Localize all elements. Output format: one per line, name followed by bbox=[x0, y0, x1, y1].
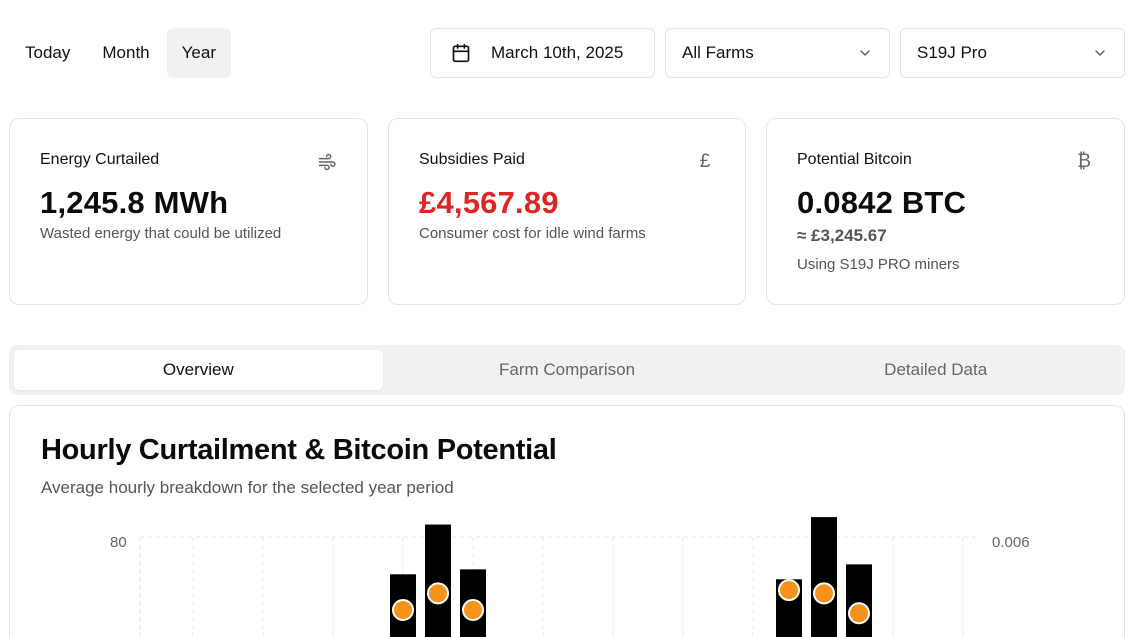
period-tab-year[interactable]: Year bbox=[166, 28, 231, 78]
period-tab-month[interactable]: Month bbox=[87, 28, 164, 78]
chart-card: Hourly Curtailment & Bitcoin Potential A… bbox=[9, 405, 1125, 637]
bitcoin-point[interactable] bbox=[848, 602, 870, 625]
card-title: Subsidies Paid bbox=[419, 151, 525, 168]
potential-bitcoin-card: Potential Bitcoin ₿ 0.0842 BTC ≈ £3,245.… bbox=[766, 118, 1125, 305]
subsidies-paid-card: Subsidies Paid £ £4,567.89 Consumer cost… bbox=[388, 118, 746, 305]
tab-farm-comparison[interactable]: Farm Comparison bbox=[383, 350, 752, 390]
tab-detailed-data[interactable]: Detailed Data bbox=[751, 350, 1120, 390]
curtailment-bar[interactable] bbox=[425, 524, 451, 637]
card-title: Potential Bitcoin bbox=[797, 151, 912, 168]
period-tab-today[interactable]: Today bbox=[10, 28, 85, 78]
card-note: Using S19J PRO miners bbox=[797, 256, 960, 273]
bitcoin-point[interactable] bbox=[778, 579, 800, 602]
card-subtitle: Wasted energy that could be utilized bbox=[40, 225, 282, 242]
energy-curtailed-card: Energy Curtailed 1,245.8 MWh Wasted ener… bbox=[9, 118, 368, 305]
card-value: £4,567.89 bbox=[419, 185, 559, 220]
card-value: 0.0842 BTC bbox=[797, 185, 967, 220]
period-tabs: Today Month Year bbox=[10, 28, 231, 78]
card-approx-value: ≈ £3,245.67 bbox=[797, 226, 887, 245]
card-value: 1,245.8 MWh bbox=[40, 185, 229, 220]
left-axis-tick-label: 80 bbox=[110, 534, 127, 551]
pound-icon: £ bbox=[699, 151, 711, 172]
curtailment-bar[interactable] bbox=[846, 564, 872, 637]
date-picker-value: March 10th, 2025 bbox=[491, 43, 624, 62]
calendar-icon bbox=[452, 43, 470, 63]
bitcoin-icon: ₿ bbox=[1076, 151, 1092, 172]
card-title: Energy Curtailed bbox=[40, 151, 160, 168]
hourly-chart: 80 0.006 bbox=[110, 517, 1030, 637]
miner-model-select[interactable]: S19J Pro bbox=[900, 28, 1125, 78]
curtailment-bar[interactable] bbox=[811, 517, 837, 637]
view-tabs: Overview Farm Comparison Detailed Data bbox=[9, 345, 1125, 395]
card-subtitle: Consumer cost for idle wind farms bbox=[419, 225, 646, 242]
chevron-down-icon bbox=[1095, 50, 1105, 56]
bitcoin-point[interactable] bbox=[462, 598, 484, 621]
date-picker[interactable]: March 10th, 2025 bbox=[430, 28, 655, 78]
bitcoin-point[interactable] bbox=[392, 598, 414, 621]
tab-overview[interactable]: Overview bbox=[14, 350, 383, 390]
bitcoin-point[interactable] bbox=[813, 582, 835, 605]
wind-icon bbox=[318, 153, 336, 171]
chevron-down-icon bbox=[860, 50, 870, 56]
bitcoin-point[interactable] bbox=[427, 582, 449, 605]
farm-select-value: All Farms bbox=[682, 43, 754, 62]
farm-select[interactable]: All Farms bbox=[665, 28, 890, 78]
right-axis-tick-label: 0.006 bbox=[992, 534, 1030, 551]
miner-model-select-value: S19J Pro bbox=[917, 43, 987, 62]
